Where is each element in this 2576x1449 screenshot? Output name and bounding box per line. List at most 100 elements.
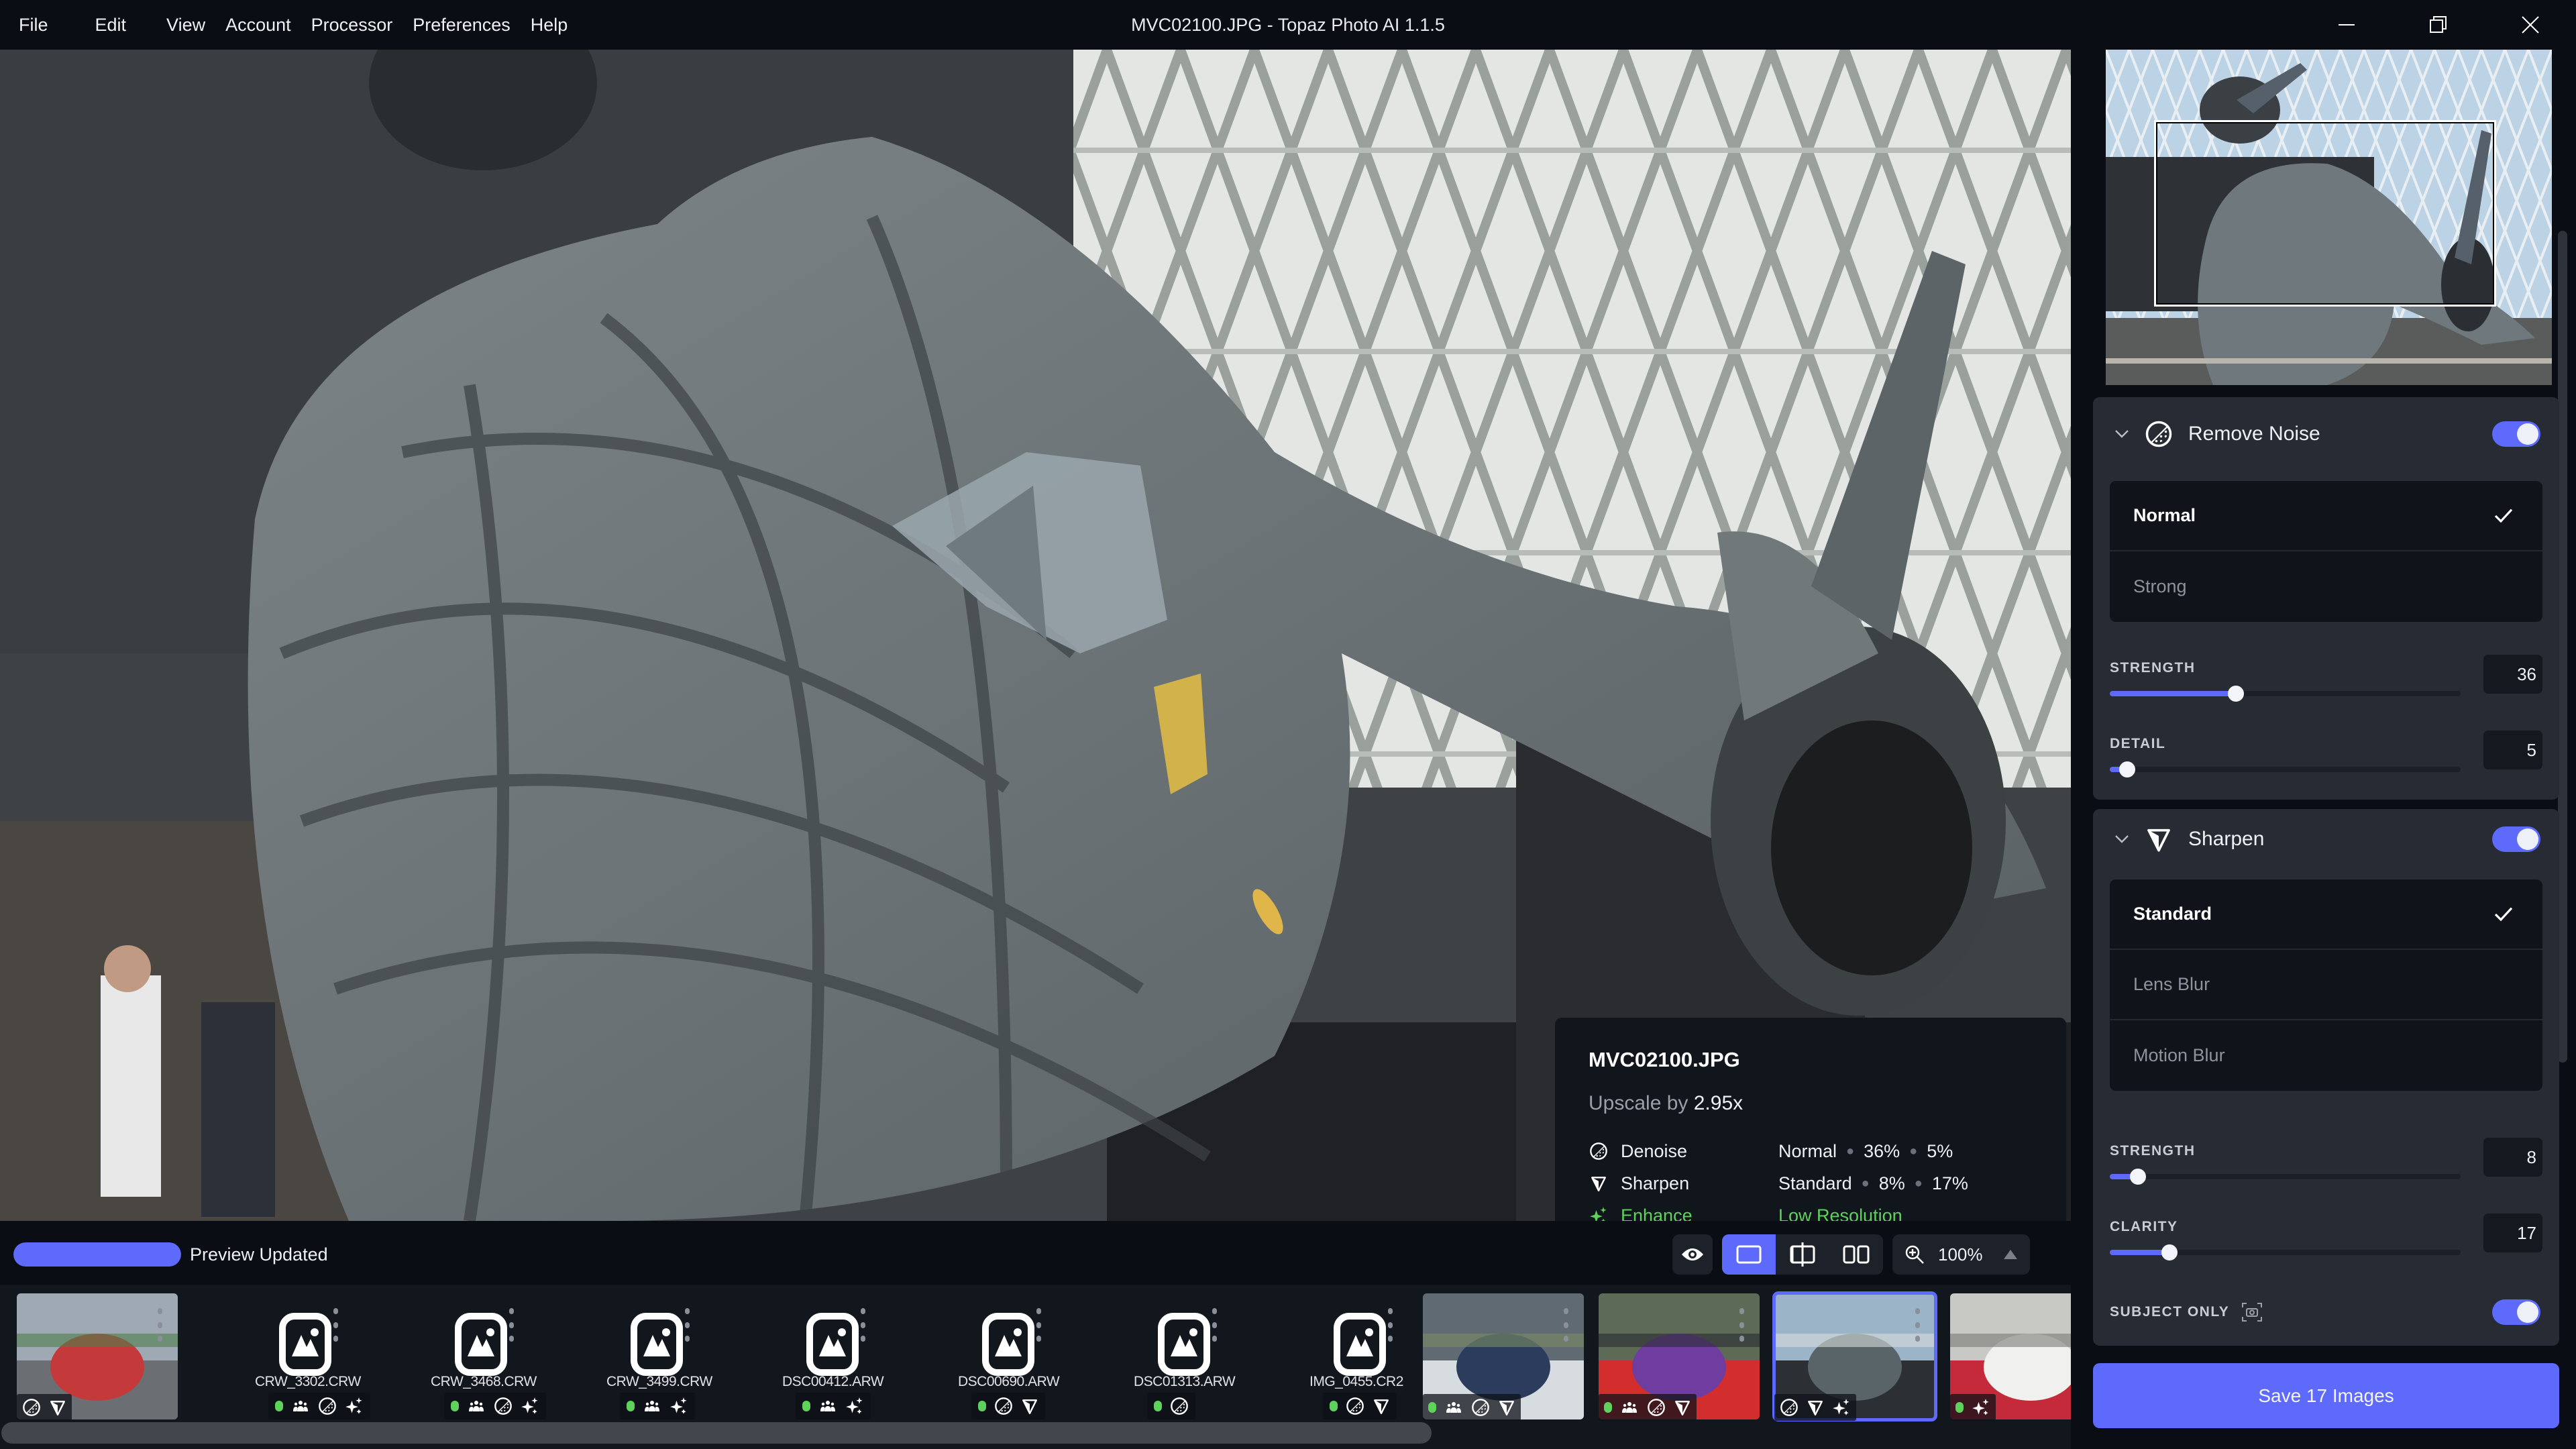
preview-toggle-button[interactable] <box>1672 1234 1713 1275</box>
menu-view[interactable]: View <box>156 15 215 36</box>
option-strong[interactable]: Strong <box>2110 551 2542 622</box>
option-normal[interactable]: Normal <box>2110 481 2542 551</box>
sharpen-title: Sharpen <box>2188 828 2265 850</box>
thumbnail-badges <box>1599 1394 1697 1421</box>
denoise-icon <box>494 1397 513 1415</box>
thumbnail-badges <box>268 1393 370 1419</box>
slider-track[interactable] <box>2110 1169 2461 1185</box>
menu-file[interactable]: File <box>19 15 58 36</box>
restore-button[interactable] <box>2392 0 2484 50</box>
face-icon <box>467 1398 486 1414</box>
slider-thumb[interactable] <box>2119 761 2136 777</box>
filmstrip-thumbnail[interactable]: CRW_3302.CRW <box>193 1293 370 1421</box>
navigator-thumbnail[interactable] <box>2106 50 2552 385</box>
menu-account[interactable]: Account <box>215 15 301 36</box>
caret-up-icon[interactable] <box>2003 1249 2018 1260</box>
filmstrip-thumbnail[interactable] <box>1423 1293 1599 1421</box>
filmstrip-thumbnail[interactable]: CRW_3468.CRW <box>368 1293 546 1421</box>
more-options-icon[interactable] <box>504 1308 518 1342</box>
slider-thumb[interactable] <box>2129 1169 2146 1185</box>
more-options-icon[interactable] <box>1559 1308 1572 1342</box>
menu-processor[interactable]: Processor <box>301 15 403 36</box>
side-by-side-button[interactable] <box>1829 1234 1883 1275</box>
image-placeholder-icon <box>278 1312 332 1377</box>
filmstrip-thumbnail[interactable] <box>1599 1293 1774 1421</box>
more-options-icon[interactable] <box>1735 1308 1748 1342</box>
remove-noise-options: Normal Strong <box>2110 481 2542 622</box>
more-options-icon[interactable] <box>680 1308 694 1342</box>
more-options-icon[interactable] <box>1383 1308 1397 1342</box>
info-upscale-value: 2.95x <box>1693 1092 1743 1114</box>
slider-label: DETAIL <box>2110 736 2166 751</box>
filmstrip-thumbnail[interactable] <box>1772 1291 1950 1421</box>
denoise-icon <box>1589 1141 1609 1161</box>
filmstrip-thumbnail[interactable] <box>1950 1293 2071 1421</box>
split-view-icon <box>1790 1242 1815 1267</box>
close-button[interactable] <box>2484 0 2576 50</box>
slider-value-input[interactable]: 36 <box>2483 655 2542 694</box>
more-options-icon[interactable] <box>153 1308 166 1342</box>
minimize-icon <box>2338 24 2355 25</box>
sharpen-header[interactable]: Sharpen <box>2112 819 2540 859</box>
more-options-icon[interactable] <box>1911 1308 1924 1342</box>
filmstrip-thumbnail[interactable]: IMG_0455.CR2 <box>1247 1293 1423 1421</box>
split-view-button[interactable] <box>1776 1234 1829 1275</box>
slider-thumb[interactable] <box>2228 686 2245 702</box>
slider-value-input[interactable]: 8 <box>2483 1138 2542 1177</box>
more-options-icon[interactable] <box>1032 1308 1045 1342</box>
denoise-icon <box>1170 1397 1189 1415</box>
status-dot <box>1330 1401 1338 1411</box>
subject-detect-icon[interactable] <box>2241 1302 2263 1322</box>
navigator-viewport[interactable] <box>2154 120 2496 307</box>
save-images-button[interactable]: Save 17 Images <box>2093 1363 2559 1428</box>
slider-value-input[interactable]: 17 <box>2483 1214 2542 1252</box>
info-row-label: Enhance <box>1621 1205 1693 1222</box>
filmstrip-thumbnail[interactable]: CRW_3499.CRW <box>544 1293 720 1421</box>
subject-only-toggle[interactable] <box>2492 1299 2540 1325</box>
filmstrip-thumbnail[interactable]: DSC00412.ARW <box>720 1293 896 1421</box>
single-view-button[interactable] <box>1722 1234 1776 1275</box>
slider-track[interactable] <box>2110 686 2461 702</box>
slider-track[interactable] <box>2110 761 2461 777</box>
denoise-icon <box>994 1397 1013 1415</box>
status-dot <box>1428 1402 1436 1413</box>
filmstrip-thumbnail[interactable]: DSC00690.ARW <box>896 1293 1071 1421</box>
sharpen-icon <box>1674 1399 1691 1416</box>
remove-noise-header[interactable]: Remove Noise <box>2112 414 2540 454</box>
remove-noise-card: Remove Noise Normal Strong STRENGTH 36 D… <box>2093 397 2559 800</box>
more-options-icon[interactable] <box>1208 1308 1221 1342</box>
filmstrip-thumbnail[interactable]: DSC01313.ARW <box>1071 1293 1247 1421</box>
image-placeholder-icon <box>1333 1312 1387 1377</box>
panel-scrollbar[interactable] <box>2558 231 2567 1063</box>
thumbnail-badges <box>1774 1394 1856 1421</box>
slider-value-input[interactable]: 5 <box>2483 731 2542 769</box>
option-label: Motion Blur <box>2133 1045 2225 1065</box>
menu-preferences[interactable]: Preferences <box>402 15 521 36</box>
remove-noise-toggle[interactable] <box>2492 421 2540 447</box>
filmstrip-thumbnail[interactable] <box>17 1293 193 1421</box>
option-lens-blur[interactable]: Lens Blur <box>2110 950 2542 1020</box>
menu-edit[interactable]: Edit <box>85 15 137 36</box>
status-text: Preview Updated <box>190 1244 328 1265</box>
option-motion-blur[interactable]: Motion Blur <box>2110 1020 2542 1091</box>
option-standard[interactable]: Standard <box>2110 879 2542 950</box>
more-options-icon[interactable] <box>329 1308 342 1342</box>
menu-help[interactable]: Help <box>521 15 578 36</box>
image-placeholder-icon <box>630 1312 684 1377</box>
chevron-down-icon[interactable] <box>2112 829 2132 849</box>
thumbnail-badges <box>1950 1394 1996 1421</box>
filmstrip: CRW_3302.CRW CRW_3468.CRW CRW_3499.CRW DSC0… <box>0 1285 2071 1449</box>
slider-track[interactable] <box>2110 1244 2461 1260</box>
slider-thumb[interactable] <box>2161 1244 2178 1260</box>
sharpen-toggle[interactable] <box>2492 826 2540 852</box>
more-options-icon[interactable] <box>856 1308 869 1342</box>
option-label: Normal <box>2133 505 2196 525</box>
minimize-button[interactable] <box>2300 0 2392 50</box>
sharpen-icon <box>2144 824 2174 854</box>
image-preview[interactable]: MVC02100.JPG Upscale by 2.95x Denoise No… <box>0 50 2071 1221</box>
chevron-down-icon[interactable] <box>2112 424 2132 444</box>
zoom-control[interactable]: 100% <box>1892 1234 2030 1275</box>
filmstrip-scrollbar[interactable] <box>1 1422 1432 1444</box>
info-row-value: Normal <box>1778 1140 1837 1161</box>
denoise-icon <box>1780 1398 1799 1417</box>
